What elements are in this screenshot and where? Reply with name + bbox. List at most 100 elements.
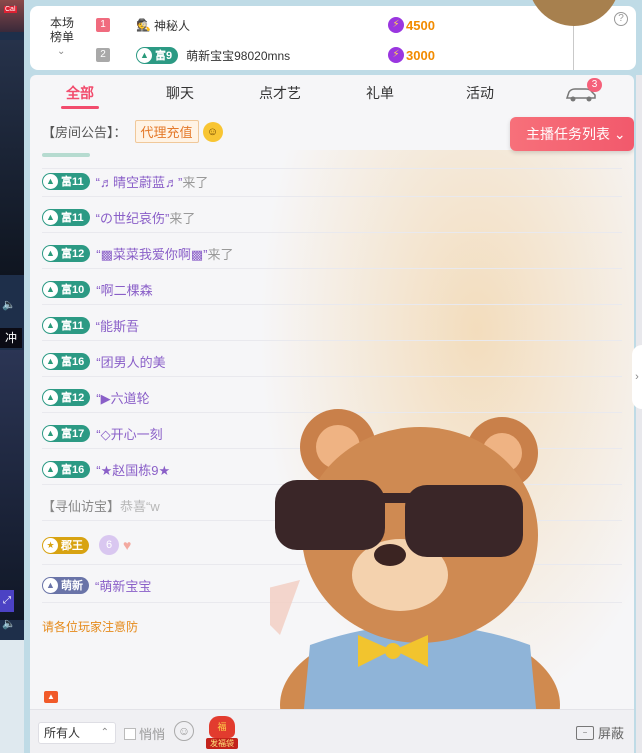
- video-thumbnail[interactable]: [0, 350, 24, 620]
- volume-icon[interactable]: 🔈: [2, 617, 16, 630]
- newbie-medal: ▲ 萌新: [42, 576, 89, 594]
- divider: [42, 268, 622, 269]
- volume-icon[interactable]: 🔈: [2, 298, 16, 311]
- ranking-row[interactable]: 1 🕵 神秘人 ⚡ 4500: [96, 14, 616, 36]
- car-badge: 3: [587, 78, 602, 92]
- ranking-row[interactable]: 2 ▲ 富9 萌新宝宝98020mns ⚡ 3000: [96, 44, 616, 66]
- emoji-icon[interactable]: ☺: [174, 721, 194, 741]
- divider: [42, 304, 622, 305]
- wealth-medal: ▲ 富16: [42, 352, 91, 370]
- drop-icon: ▲: [43, 353, 58, 369]
- rank-number: 1: [96, 18, 110, 32]
- chat-entry[interactable]: ▲ 富16 “团男人的美: [42, 350, 166, 372]
- chat-suffix: 来了: [207, 246, 234, 262]
- chat-input-bar: 所有人 ⌃ 悄悄 ☺ 福 发福袋 − 屏蔽: [30, 709, 634, 753]
- chong-label: 冲: [0, 328, 22, 348]
- divider: [42, 232, 622, 233]
- chat-entry[interactable]: ▲ 富12 “▶六道轮: [42, 386, 150, 408]
- chat-entry[interactable]: ▲ 富11 “能斯吾: [42, 314, 139, 336]
- chat-user-name[interactable]: “萌新宝宝: [95, 576, 151, 595]
- wealth-medal: ▲ 富12: [42, 388, 91, 406]
- block-button[interactable]: − 屏蔽: [576, 723, 624, 742]
- whisper-label: 悄悄: [139, 727, 166, 742]
- tab-chat[interactable]: 聊天: [130, 75, 230, 111]
- smile-emoji-icon: ☺: [202, 121, 223, 142]
- lightning-icon: ⚡: [388, 47, 404, 63]
- tab-all[interactable]: 全部: [30, 75, 130, 111]
- strip-bottom: [0, 640, 24, 753]
- lucky-bag-label: 发福袋: [206, 738, 238, 749]
- chat-entry[interactable]: ▲ 富11 “♬晴空蔚蓝♬” 来了: [42, 170, 208, 192]
- wealth-medal: ▲ 富12: [42, 244, 91, 262]
- lucky-bag-icon: 福: [209, 716, 235, 738]
- treasure-hunt-text: 恭喜“w: [120, 498, 160, 514]
- heart-icon: ♥: [123, 537, 132, 553]
- wealth-medal: ▲ 富17: [42, 424, 91, 442]
- recipient-select[interactable]: 所有人 ⌃: [38, 722, 116, 744]
- chat-entry[interactable]: ▲ 萌新 “萌新宝宝: [42, 574, 151, 596]
- tab-talent[interactable]: 点才艺: [230, 75, 330, 111]
- treasure-hunt-label: 【寻仙访宝】: [42, 498, 121, 514]
- ranking-title: 本场榜单: [49, 16, 74, 44]
- chat-entry[interactable]: ★ 郡王 6 ♥: [42, 534, 131, 556]
- chat-entry[interactable]: ▲ 富17 “◇开心一刻: [42, 422, 163, 444]
- wealth-medal: ▲ 富9: [136, 46, 179, 64]
- room-notice: 【房间公告】： 代理充值 ☺: [42, 120, 223, 143]
- partial-medal: [42, 153, 90, 157]
- chat-user-name[interactable]: “▩菜菜我爱你啊▩”: [96, 244, 207, 263]
- chat-user-name[interactable]: “♬晴空蔚蓝♬”: [96, 172, 183, 191]
- chat-user-name[interactable]: “の世纪哀伤”: [96, 208, 170, 227]
- chat-user-name[interactable]: “★赵国栋9★: [96, 460, 170, 479]
- ranking-panel: 本场榜单 ⌄ 1 🕵 神秘人 ⚡ 4500 2 ▲ 富9 萌新宝宝98020mn…: [30, 0, 636, 70]
- chat-entry[interactable]: ▲ 富10 “啊二棵森: [42, 278, 153, 300]
- crown-icon: ★: [43, 537, 58, 553]
- rank-user-name: 神秘人: [154, 18, 191, 33]
- system-warning: 请各位玩家注意防: [42, 620, 139, 634]
- chat-user-name[interactable]: “啊二棵森: [96, 280, 152, 299]
- divider: [42, 340, 622, 341]
- video-thumbnail[interactable]: [0, 40, 24, 275]
- drop-icon: ▲: [43, 281, 58, 297]
- chevron-right-icon[interactable]: ›: [632, 345, 642, 409]
- wealth-medal: ▲ 富10: [42, 280, 91, 298]
- lucky-bag-button[interactable]: 福 发福袋: [206, 716, 238, 752]
- rank-user-name: 萌新宝宝98020mns: [186, 48, 291, 63]
- anchor-tag: Cal: [4, 6, 17, 13]
- help-icon[interactable]: ?: [614, 12, 628, 26]
- wealth-medal: ▲ 富16: [42, 460, 91, 478]
- chevron-down-icon[interactable]: ⌄: [57, 46, 65, 57]
- drop-icon: ▲: [43, 173, 58, 189]
- chat-user-name[interactable]: “◇开心一刻: [96, 424, 162, 443]
- checkbox[interactable]: [124, 727, 136, 740]
- chat-panel: 全部 聊天 点才艺 礼单 活动 3 【房间公告】： 代理充值 ☺ 主播任务列表 …: [30, 75, 634, 753]
- drop-icon: ▲: [43, 461, 58, 477]
- drop-icon: ▲: [43, 577, 58, 593]
- tab-activity[interactable]: 活动: [430, 75, 530, 111]
- chat-user-name[interactable]: “团男人的美: [96, 352, 165, 371]
- level-badge: 6: [99, 535, 119, 555]
- chevron-up-icon: ⌃: [100, 727, 109, 738]
- chat-entry[interactable]: ▲ 富16 “★赵国栋9★: [42, 458, 170, 480]
- chat-user-name[interactable]: “能斯吾: [96, 316, 139, 335]
- whisper-checkbox[interactable]: 悄悄: [124, 724, 165, 743]
- tab-gift-list[interactable]: 礼单: [330, 75, 430, 111]
- expand-icon[interactable]: ⤢: [0, 590, 14, 612]
- chat-entry[interactable]: ▲ 富11 “の世纪哀伤” 来了: [42, 206, 195, 228]
- wealth-medal: ▲ 富11: [42, 316, 90, 334]
- divider: [42, 196, 622, 197]
- chat-suffix: 来了: [169, 210, 196, 226]
- horn-icon[interactable]: ▲: [44, 691, 58, 703]
- drop-icon: ▲: [43, 389, 58, 405]
- chat-user-name[interactable]: “▶六道轮: [96, 388, 149, 407]
- drop-icon: ▲: [43, 245, 58, 261]
- drop-icon: ▲: [43, 425, 58, 441]
- notice-label: 【房间公告】：: [42, 125, 127, 140]
- anchor-avatar[interactable]: [0, 0, 24, 32]
- rank-score: ⚡ 3000: [388, 47, 435, 63]
- anchor-task-list-button[interactable]: 主播任务列表 ⌄: [510, 117, 634, 151]
- chat-entry[interactable]: ▲ 富12 “▩菜菜我爱你啊▩” 来了: [42, 242, 234, 264]
- scroll-edge: [636, 75, 642, 753]
- agent-recharge-link[interactable]: 代理充值: [134, 120, 199, 143]
- rank-score: ⚡ 4500: [388, 17, 435, 33]
- noble-medal: ★ 郡王: [42, 536, 89, 554]
